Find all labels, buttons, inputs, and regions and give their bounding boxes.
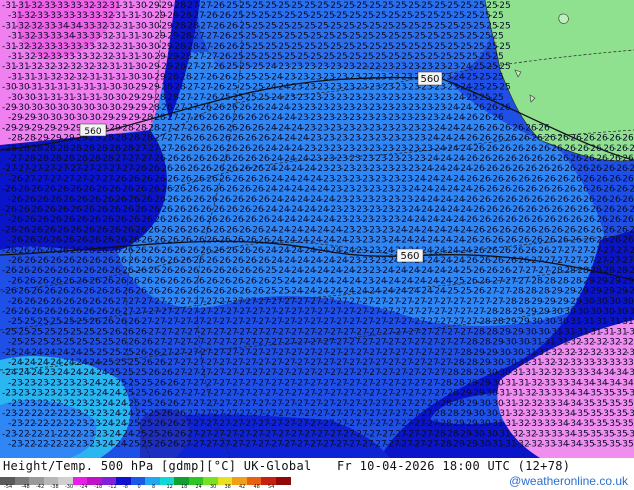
temperature-value: -30 — [619, 297, 634, 307]
colorbar-tick: 0 — [137, 484, 141, 490]
temperature-value: -25 — [489, 72, 504, 82]
temperature-value: -32 — [619, 338, 634, 348]
temperature-value: -31 — [619, 317, 634, 327]
colorbar-tick: -8 — [123, 484, 128, 490]
temperature-value: -35 — [626, 409, 634, 419]
temperature-value: -26 — [619, 215, 634, 225]
temperature-value: -27 — [626, 246, 634, 256]
temperature-value: -31 — [626, 327, 634, 337]
temperature-value: -25 — [496, 21, 511, 31]
temperature-value: -26 — [626, 185, 634, 195]
temperature-value: -35 — [619, 399, 634, 409]
temperature-value: -33 — [619, 358, 634, 368]
temperature-value: -25 — [496, 42, 511, 52]
temperature-value: -26 — [489, 113, 504, 123]
temperature-value: -35 — [619, 440, 634, 450]
colorbar-tick: -30 — [65, 484, 74, 490]
temperature-value: -29 — [619, 276, 634, 286]
colorbar-tick: 48 — [253, 484, 260, 490]
temperature-value: -26 — [626, 225, 634, 235]
temperature-value: -26 — [626, 144, 634, 154]
temperature-value: -33 — [626, 368, 634, 378]
temperature-value: -26 — [626, 205, 634, 215]
colorbar-tick: 8 — [152, 484, 156, 490]
temperature-value: -32 — [626, 348, 634, 358]
temperature-value: -30 — [626, 307, 634, 317]
site-credit[interactable]: @weatheronline.co.uk — [509, 474, 628, 488]
colorbar-tick: 24 — [195, 484, 202, 490]
temperature-value: -26 — [496, 103, 511, 113]
temperature-value: -26 — [619, 236, 634, 246]
temperature-value: -35 — [619, 419, 634, 429]
temperature-value: -25 — [489, 52, 504, 62]
colorbar-tick: 54 — [268, 484, 275, 490]
temperature-value: -35 — [626, 429, 634, 439]
colorbar-tick: -12 — [108, 484, 117, 490]
temperature-value: -28 — [626, 266, 634, 276]
temperature-value: -34 — [626, 389, 634, 399]
temperature-value: -26 — [619, 154, 634, 164]
temperature-value: -26 — [619, 174, 634, 184]
colorbar-tick: 38 — [224, 484, 231, 490]
map-title: Height/Temp. 500 hPa [gdmp][°C] UK-Globa… — [3, 459, 312, 473]
height-label: 560 — [420, 74, 439, 85]
colorbar-tick: 30 — [210, 484, 217, 490]
temperature-value: -25 — [489, 11, 504, 21]
temperature-value: -25 — [496, 1, 511, 11]
temperature-value: -26 — [619, 195, 634, 205]
weather-map: -31 -31 -32 -33 -33 -33 -32 -32 -31 -31 -30 -29 -29-… — [0, 0, 634, 459]
temperature-value: -25 — [489, 93, 504, 103]
colorbar-tick: 12 — [166, 484, 173, 490]
colorbar-tick: -38 — [50, 484, 59, 490]
colorbar-tick: 18 — [181, 484, 188, 490]
colorbar-tick: 42 — [239, 484, 246, 490]
valid-time: Fr 10-04-2026 18:00 UTC (12+78) — [337, 459, 571, 473]
colorbar-labels: -54 -48 -42 -38 -30 -24 -18 -12 -8 0 8 12 18 24 30 38 42… — [0, 484, 300, 490]
colorbar-tick: -24 — [79, 484, 88, 490]
temperature-value: -29 — [626, 287, 634, 297]
temperature-value: -25 — [496, 83, 511, 93]
temperature-value: -26 — [535, 123, 550, 133]
colorbar-tick: -48 — [21, 484, 30, 490]
colorbar-tick: -18 — [94, 484, 103, 490]
temperature-value: -25 — [489, 32, 504, 42]
colorbar-tick: -54 — [4, 484, 13, 490]
temperature-value: -26 — [626, 164, 634, 174]
temperature-value: -34 — [619, 378, 634, 388]
temperature-value: -27 — [619, 256, 634, 266]
height-label: 560 — [84, 127, 101, 137]
colorbar-tick: -42 — [36, 484, 45, 490]
height-label: 560 — [400, 251, 419, 262]
temperature-value: -26 — [619, 134, 634, 144]
temperature-value: -25 — [496, 62, 511, 72]
